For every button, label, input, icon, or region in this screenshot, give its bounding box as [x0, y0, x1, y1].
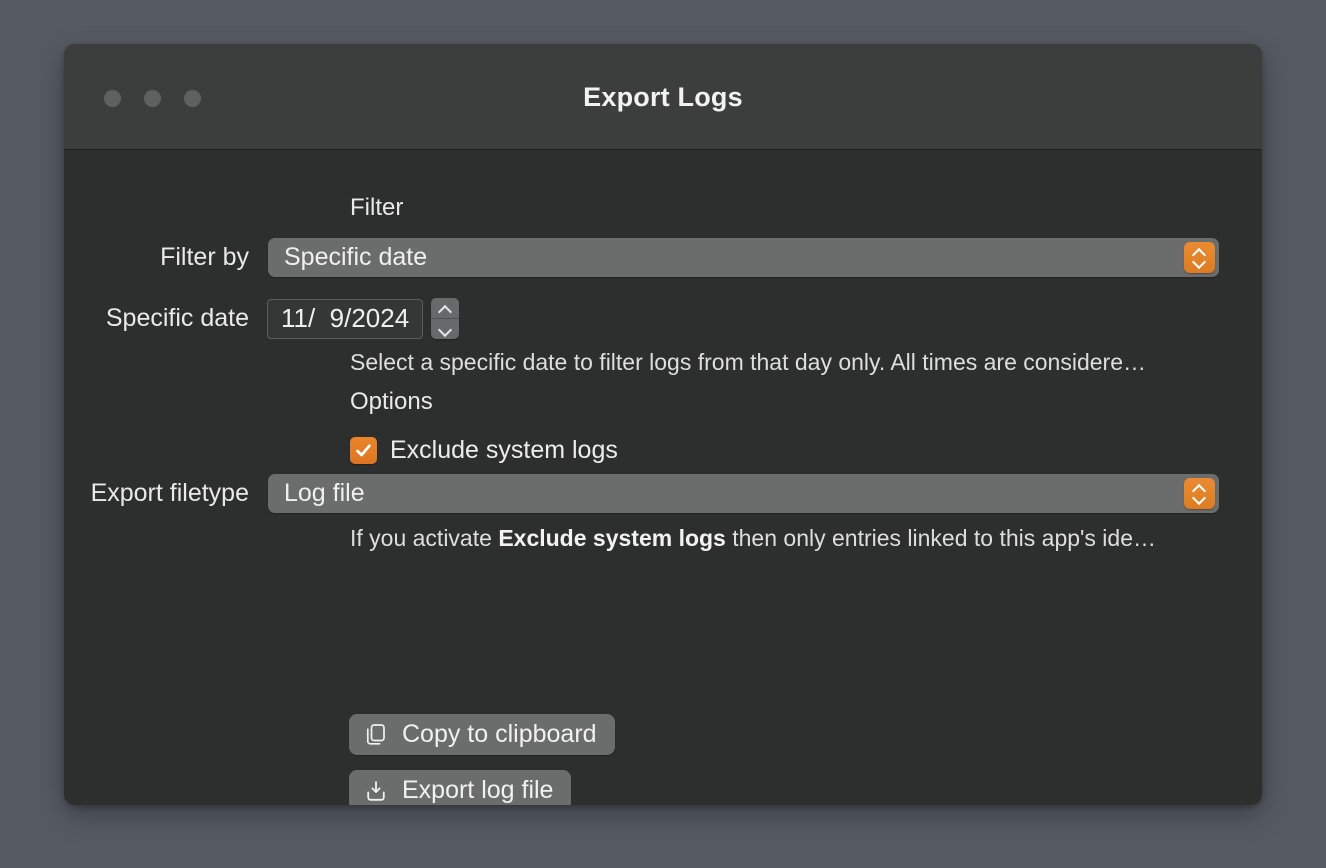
action-buttons: Copy to clipboard Export log file	[349, 714, 615, 805]
chevron-up-icon	[439, 305, 452, 312]
checkmark-icon	[356, 444, 371, 457]
chevron-down-icon	[439, 326, 452, 333]
specific-date-label: Specific date	[105, 304, 249, 332]
date-stepper-up[interactable]	[431, 298, 459, 318]
filter-by-value: Specific date	[284, 243, 428, 271]
specific-date-row: Specific date 11/ 9/2024	[64, 298, 460, 339]
chevron-down-icon	[1193, 259, 1206, 266]
filter-section-header: Filter	[350, 194, 404, 221]
export-log-file-button[interactable]: Export log file	[349, 770, 572, 805]
specific-date-input[interactable]: 11/ 9/2024	[266, 298, 424, 339]
date-stepper-down[interactable]	[431, 318, 460, 339]
exclude-system-logs-checkbox[interactable]	[350, 437, 377, 464]
filter-by-dropdown[interactable]: Specific date	[268, 238, 1219, 277]
specific-date-stepper[interactable]	[431, 298, 460, 339]
export-filetype-dropdown[interactable]: Log file	[268, 474, 1219, 513]
export-filetype-stepper-icon[interactable]	[1184, 478, 1215, 509]
export-log-file-label: Export log file	[402, 776, 554, 804]
specific-date-help-text: Select a specific date to filter logs fr…	[350, 349, 1146, 375]
filter-by-row: Filter by Specific date	[64, 238, 1236, 277]
chevron-down-icon	[1193, 495, 1206, 502]
exclude-system-logs-label: Exclude system logs	[390, 436, 618, 464]
help-prefix: If you activate	[350, 525, 499, 551]
help-suffix: then only entries linked to this app's i…	[725, 525, 1156, 551]
filter-by-label: Filter by	[160, 243, 249, 271]
export-filetype-label: Export filetype	[90, 479, 249, 507]
specific-date-value: 11/ 9/2024	[281, 303, 410, 333]
copy-to-clipboard-label: Copy to clipboard	[402, 720, 597, 748]
download-tray-icon	[364, 778, 388, 804]
exclude-system-logs-row[interactable]: Exclude system logs	[350, 436, 618, 465]
copy-to-clipboard-button[interactable]: Copy to clipboard	[349, 714, 615, 755]
window-titlebar: Export Logs	[64, 44, 1262, 150]
export-logs-window: Export Logs Filter Filter by Specific da…	[64, 44, 1262, 805]
filter-by-stepper-icon[interactable]	[1184, 242, 1215, 273]
copy-docs-icon	[364, 722, 388, 748]
export-filetype-help-text: If you activate Exclude system logs then…	[350, 525, 1156, 552]
export-filetype-value: Log file	[284, 479, 365, 507]
export-filetype-row: Export filetype Log file	[64, 474, 1236, 513]
options-section-header: Options	[350, 388, 433, 415]
window-title: Export Logs	[583, 82, 743, 112]
dialog-content: Filter Filter by Specific date Specific …	[64, 150, 1262, 805]
help-bold: Exclude system logs	[498, 525, 726, 551]
